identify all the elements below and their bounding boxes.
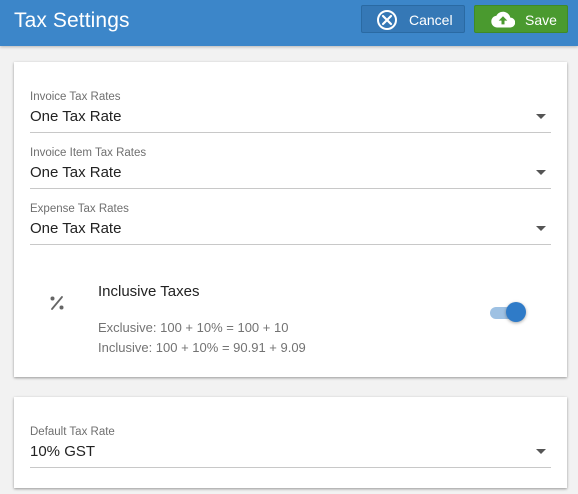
invoice-tax-rates-select[interactable]: Invoice Tax Rates One Tax Rate — [30, 90, 551, 133]
default-tax-rate-value: 10% GST — [30, 443, 96, 460]
toggle-knob — [506, 302, 526, 322]
expense-tax-rates-label: Expense Tax Rates — [30, 203, 129, 215]
exclusive-example-text: Exclusive: 100 + 10% = 100 + 10 — [98, 320, 289, 335]
chevron-down-icon — [536, 449, 546, 454]
tax-settings-card: Invoice Tax Rates One Tax Rate Invoice I… — [14, 62, 567, 377]
inclusive-taxes-title: Inclusive Taxes — [98, 283, 200, 300]
percent-icon — [50, 296, 64, 310]
invoice-tax-rates-value: One Tax Rate — [30, 108, 122, 125]
expense-tax-rates-value: One Tax Rate — [30, 220, 122, 237]
save-button[interactable]: Save — [474, 5, 568, 33]
default-tax-card: Default Tax Rate 10% GST — [14, 397, 567, 488]
invoice-item-tax-rates-select[interactable]: Invoice Item Tax Rates One Tax Rate — [30, 146, 551, 189]
close-circle-icon — [377, 10, 397, 30]
invoice-item-tax-rates-label: Invoice Item Tax Rates — [30, 147, 147, 159]
chevron-down-icon — [536, 114, 546, 119]
cloud-upload-icon — [491, 11, 515, 28]
invoice-item-tax-rates-value: One Tax Rate — [30, 164, 122, 181]
chevron-down-icon — [536, 170, 546, 175]
cancel-button-label: Cancel — [409, 12, 453, 28]
inclusive-taxes-toggle[interactable] — [490, 302, 528, 324]
invoice-tax-rates-label: Invoice Tax Rates — [30, 91, 121, 103]
expense-tax-rates-select[interactable]: Expense Tax Rates One Tax Rate — [30, 202, 551, 245]
save-button-label: Save — [525, 12, 557, 28]
default-tax-rate-label: Default Tax Rate — [30, 426, 115, 438]
cancel-button[interactable]: Cancel — [361, 5, 465, 33]
chevron-down-icon — [536, 226, 546, 231]
page-title: Tax Settings — [14, 9, 130, 32]
app-toolbar: Tax Settings Cancel Save — [0, 0, 578, 46]
default-tax-rate-select[interactable]: Default Tax Rate 10% GST — [30, 425, 551, 468]
inclusive-example-text: Inclusive: 100 + 10% = 90.91 + 9.09 — [98, 340, 306, 355]
